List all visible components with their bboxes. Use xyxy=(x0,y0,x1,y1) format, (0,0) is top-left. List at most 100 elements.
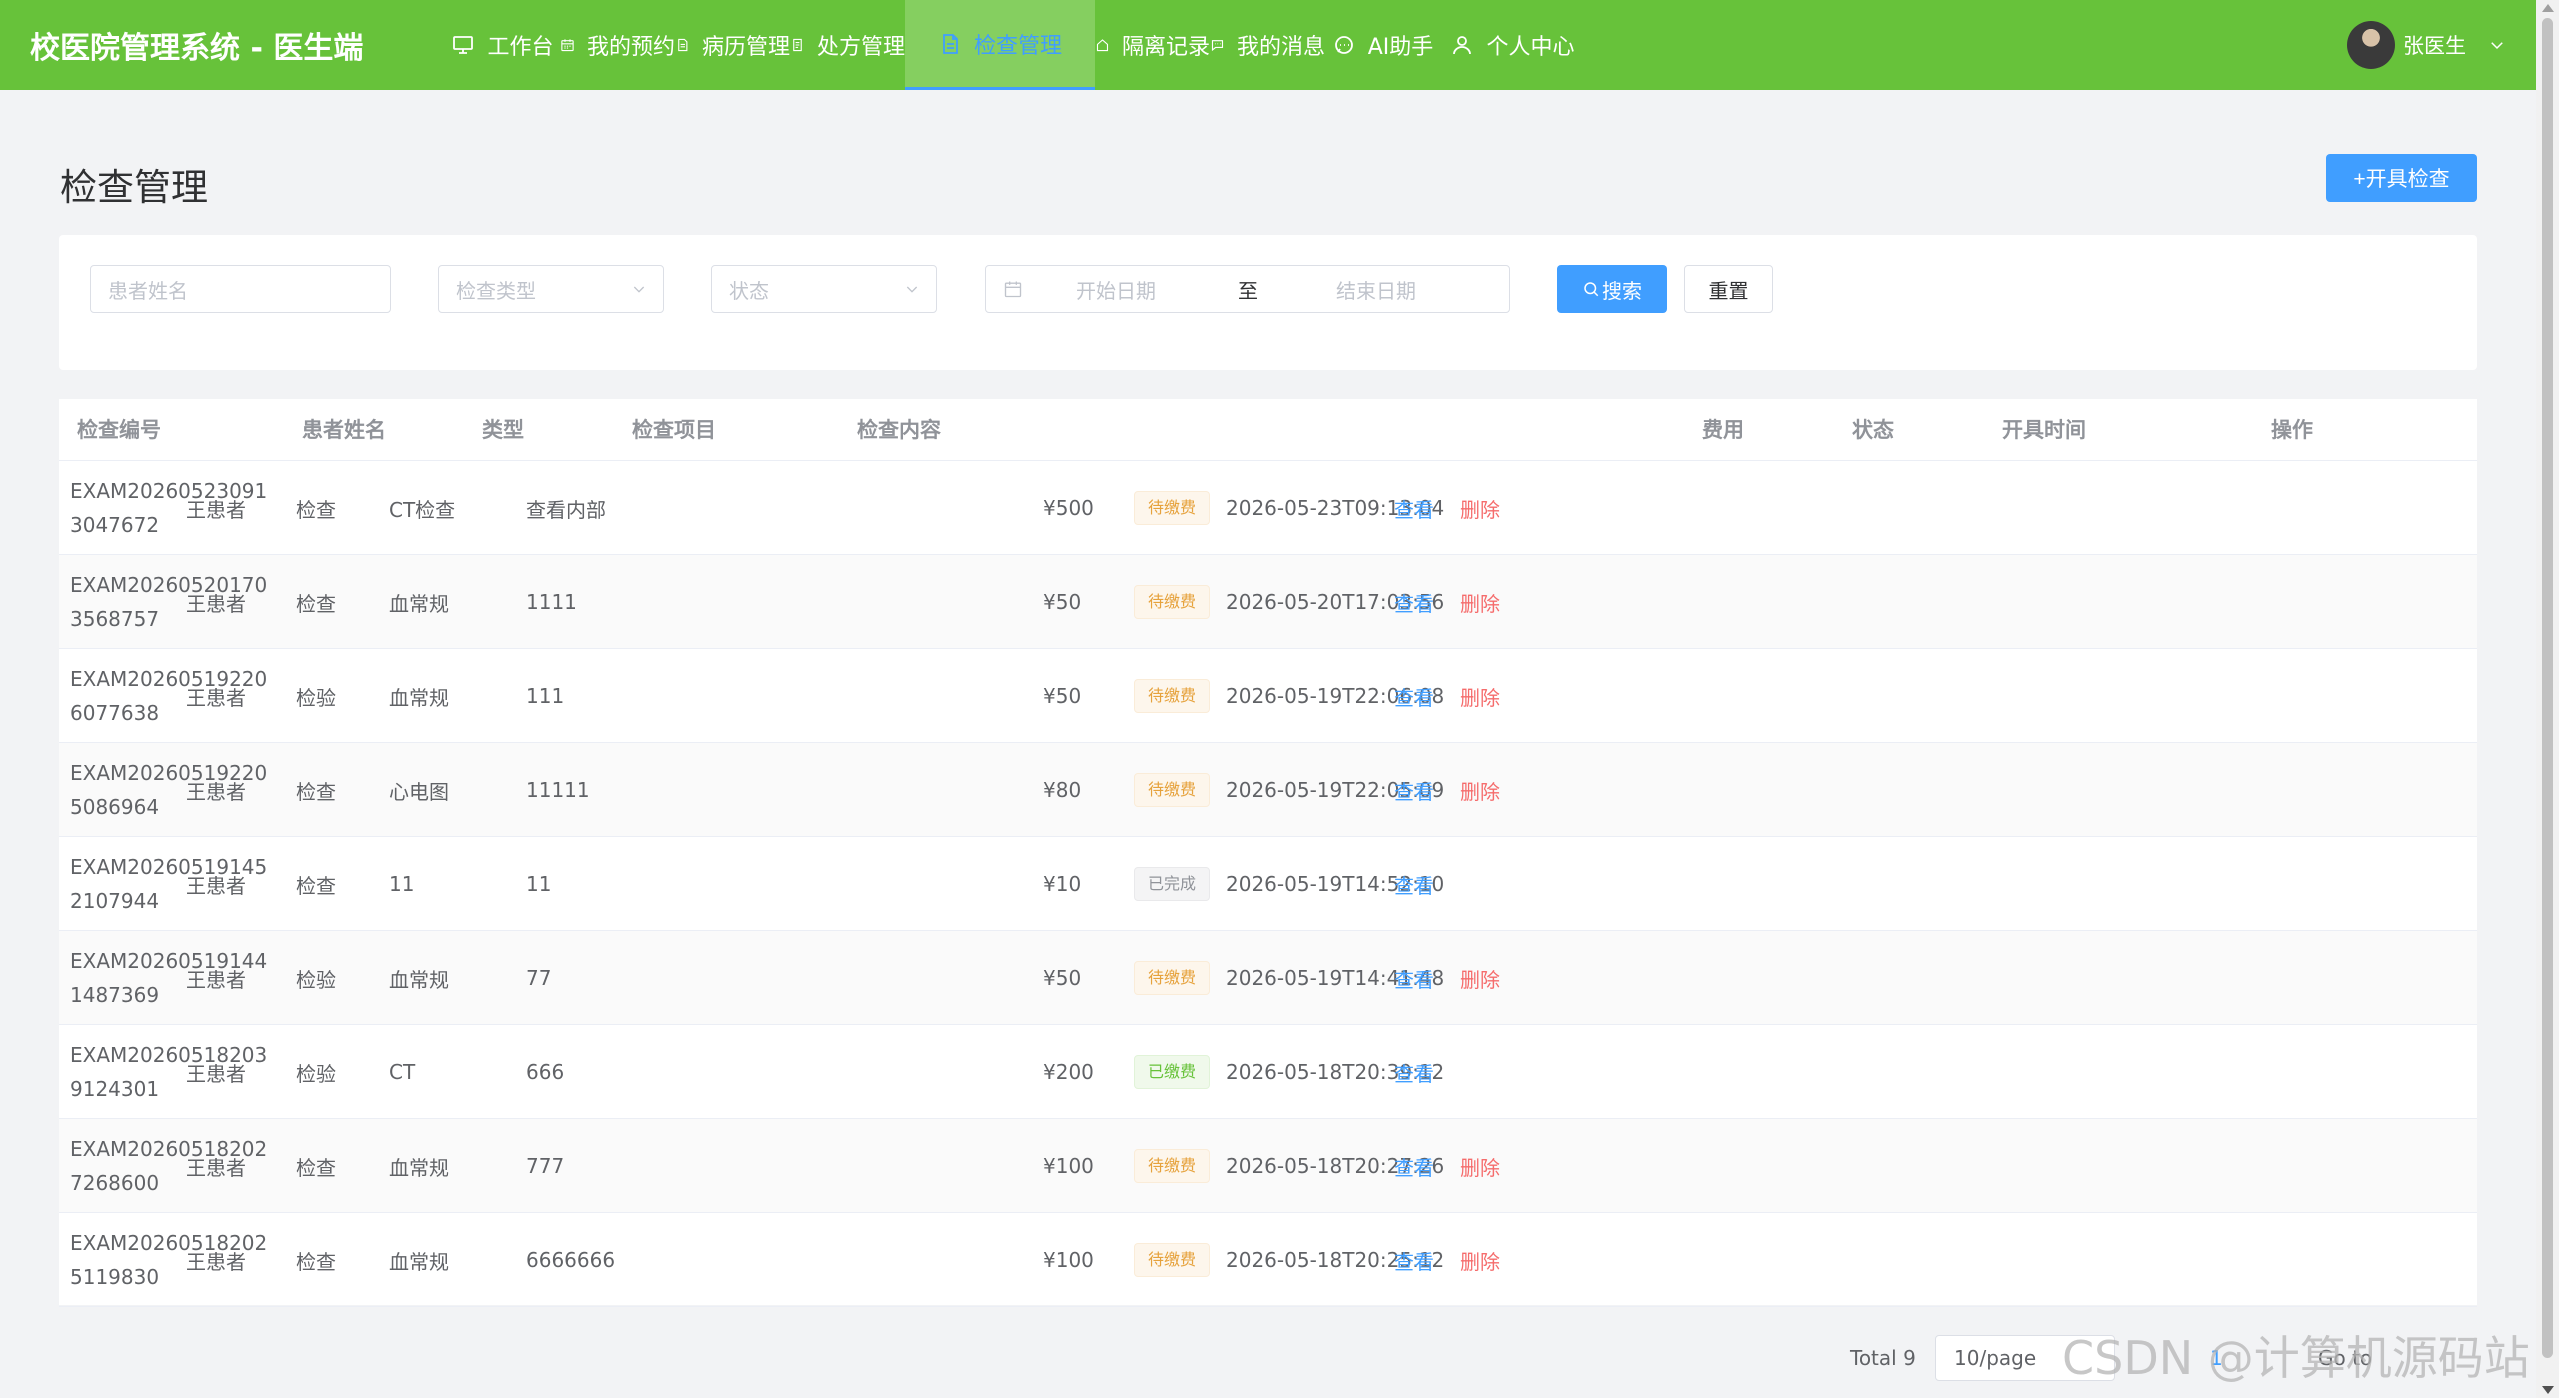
view-button[interactable]: 查看 xyxy=(1394,494,1434,523)
scrollbar-thumb[interactable] xyxy=(2542,18,2553,1358)
start-date-placeholder[interactable]: 开始日期 xyxy=(1076,275,1156,304)
cell-item: 心电图 xyxy=(389,779,449,804)
view-button[interactable]: 查看 xyxy=(1394,682,1434,711)
view-button[interactable]: 查看 xyxy=(1394,964,1434,993)
status-badge: 待缴费 xyxy=(1134,1243,1211,1277)
cell-status: 待缴费 xyxy=(1134,743,1211,837)
table-row: EXAM202605201703568757 王患者 检查 血常规 1111 ¥50 待缴费… xyxy=(59,555,2477,649)
date-range-separator: 至 xyxy=(1238,278,1258,303)
nav-label: 处方管理 xyxy=(816,35,905,60)
cell-content: 11 xyxy=(526,872,552,896)
table-row: EXAM202605182027268600 王患者 检查 血常规 777 ¥100 待缴费… xyxy=(59,1119,2477,1213)
cell-patient: 王患者 xyxy=(186,1061,246,1086)
pagination-total: Total 9 xyxy=(1850,1346,1916,1370)
view-button[interactable]: 查看 xyxy=(1394,870,1434,899)
cell-patient: 王患者 xyxy=(186,779,246,804)
cell-type: 检验 xyxy=(296,1061,336,1086)
cell-status: 待缴费 xyxy=(1134,555,1211,649)
cell-content: 777 xyxy=(526,1154,565,1178)
cell-type: 检查 xyxy=(296,1155,336,1180)
exam-type-select[interactable]: 检查类型 xyxy=(438,265,664,313)
filter-bar: 患者姓名 检查类型 状态 开始日期 至 结束日期 搜索 重置 xyxy=(59,235,2477,370)
table-row: EXAM202605191441487369 王患者 检验 血常规 77 ¥50 待缴费 20… xyxy=(59,931,2477,1025)
exam-type-placeholder: 检查类型 xyxy=(456,278,536,303)
watermark: CSDN @计算机源码站 xyxy=(2062,1331,2530,1385)
nav-label: 隔离记录 xyxy=(1121,35,1210,60)
delete-button[interactable]: 删除 xyxy=(1460,1246,1500,1275)
end-date-placeholder[interactable]: 结束日期 xyxy=(1336,275,1416,304)
create-exam-button[interactable]: +开具检查 xyxy=(2326,154,2477,202)
scroll-down-arrow[interactable] xyxy=(2542,1386,2554,1394)
nav-item-examinations[interactable]: 检查管理 xyxy=(905,0,1095,90)
cell-status: 待缴费 xyxy=(1134,1213,1211,1307)
app-brand: 校医院管理系统 - 医生端 xyxy=(30,31,364,66)
nav-item-profile[interactable]: 个人中心 xyxy=(1440,0,1585,90)
patient-name-placeholder: 患者姓名 xyxy=(108,278,188,303)
cell-fee: ¥100 xyxy=(1043,1154,1094,1178)
cell-fee: ¥200 xyxy=(1043,1060,1094,1084)
nav-item-ai-assistant[interactable]: AI助手 xyxy=(1325,0,1440,90)
view-button[interactable]: 查看 xyxy=(1394,1058,1434,1087)
scroll-up-arrow[interactable] xyxy=(2542,4,2554,12)
cell-type: 检查 xyxy=(296,497,336,522)
table-row: EXAM202605182025119830 王患者 检查 血常规 6666666 ¥10… xyxy=(59,1213,2477,1307)
cell-type: 检查 xyxy=(296,873,336,898)
table-header: 检查编号 患者姓名 类型 检查项目 检查内容 费用 状态 开具时间 操作 xyxy=(59,399,2477,461)
reset-button[interactable]: 重置 xyxy=(1684,265,1773,313)
cell-type: 检验 xyxy=(296,967,336,992)
cell-actions: 查看 删除 xyxy=(1394,931,1526,1025)
cell-item: 血常规 xyxy=(389,1155,449,1180)
view-button[interactable]: 查看 xyxy=(1394,588,1434,617)
col-header-content: 检查内容 xyxy=(857,418,941,442)
nav-item-medical-records[interactable]: 病历管理 xyxy=(675,0,790,90)
cell-status: 待缴费 xyxy=(1134,1119,1211,1213)
search-button[interactable]: 搜索 xyxy=(1557,265,1667,313)
user-menu[interactable]: 张医生 xyxy=(2347,0,2506,90)
house-icon xyxy=(1096,39,1109,52)
cell-actions: 查看 xyxy=(1394,1025,1460,1119)
cell-type: 检查 xyxy=(296,779,336,804)
view-button[interactable]: 查看 xyxy=(1394,776,1434,805)
view-button[interactable]: 查看 xyxy=(1394,1246,1434,1275)
exam-table: 检查编号 患者姓名 类型 检查项目 检查内容 费用 状态 开具时间 操作 EXA… xyxy=(59,399,2477,1307)
cell-item: CT检查 xyxy=(389,497,456,522)
file-icon xyxy=(943,33,958,54)
cell-actions: 查看 删除 xyxy=(1394,649,1526,743)
cell-fee: ¥50 xyxy=(1043,684,1082,708)
delete-button[interactable]: 删除 xyxy=(1460,1152,1500,1181)
cell-status: 待缴费 xyxy=(1134,649,1211,743)
status-badge: 待缴费 xyxy=(1134,961,1211,995)
patient-name-input[interactable]: 患者姓名 xyxy=(90,265,391,313)
col-header-fee: 费用 xyxy=(1702,418,1744,442)
status-badge: 已缴费 xyxy=(1134,1055,1211,1089)
status-select[interactable]: 状态 xyxy=(711,265,937,313)
cell-patient: 王患者 xyxy=(186,1249,246,1274)
nav-item-appointments[interactable]: 我的预约 xyxy=(560,0,675,90)
cell-actions: 查看 删除 xyxy=(1394,1119,1526,1213)
nav-item-workbench[interactable]: 工作台 xyxy=(445,0,560,90)
cell-status: 已完成 xyxy=(1134,837,1211,931)
view-button[interactable]: 查看 xyxy=(1394,1152,1434,1181)
vertical-scrollbar[interactable] xyxy=(2536,0,2559,1398)
cell-actions: 查看 删除 xyxy=(1394,461,1526,555)
search-button-label: 搜索 xyxy=(1602,278,1642,303)
delete-button[interactable]: 删除 xyxy=(1460,494,1500,523)
cell-patient: 王患者 xyxy=(186,873,246,898)
delete-button[interactable]: 删除 xyxy=(1460,588,1500,617)
date-range-picker[interactable]: 开始日期 至 结束日期 xyxy=(985,265,1510,313)
cell-content: 666 xyxy=(526,1060,565,1084)
main-nav: 工作台 我的预约 病历管理 处方管理 检查管理 隔离记录 我的消息 AI助手 个… xyxy=(445,0,1585,90)
nav-item-prescriptions[interactable]: 处方管理 xyxy=(790,0,905,90)
delete-button[interactable]: 删除 xyxy=(1460,964,1500,993)
table-row: EXAM202605192206077638 王患者 检验 血常规 111 ¥50 待缴费 2… xyxy=(59,649,2477,743)
cell-actions: 查看 删除 xyxy=(1394,1213,1526,1307)
cell-content: 查看内部 xyxy=(526,497,606,522)
status-badge: 待缴费 xyxy=(1134,585,1211,619)
delete-button[interactable]: 删除 xyxy=(1460,776,1500,805)
nav-item-isolation[interactable]: 隔离记录 xyxy=(1095,0,1210,90)
cell-content: 111 xyxy=(526,684,565,708)
nav-item-messages[interactable]: 我的消息 xyxy=(1210,0,1325,90)
cell-status: 待缴费 xyxy=(1134,461,1211,555)
delete-button[interactable]: 删除 xyxy=(1460,682,1500,711)
top-navbar: 校医院管理系统 - 医生端 工作台 我的预约 病历管理 处方管理 检查管理 隔离… xyxy=(0,0,2536,90)
